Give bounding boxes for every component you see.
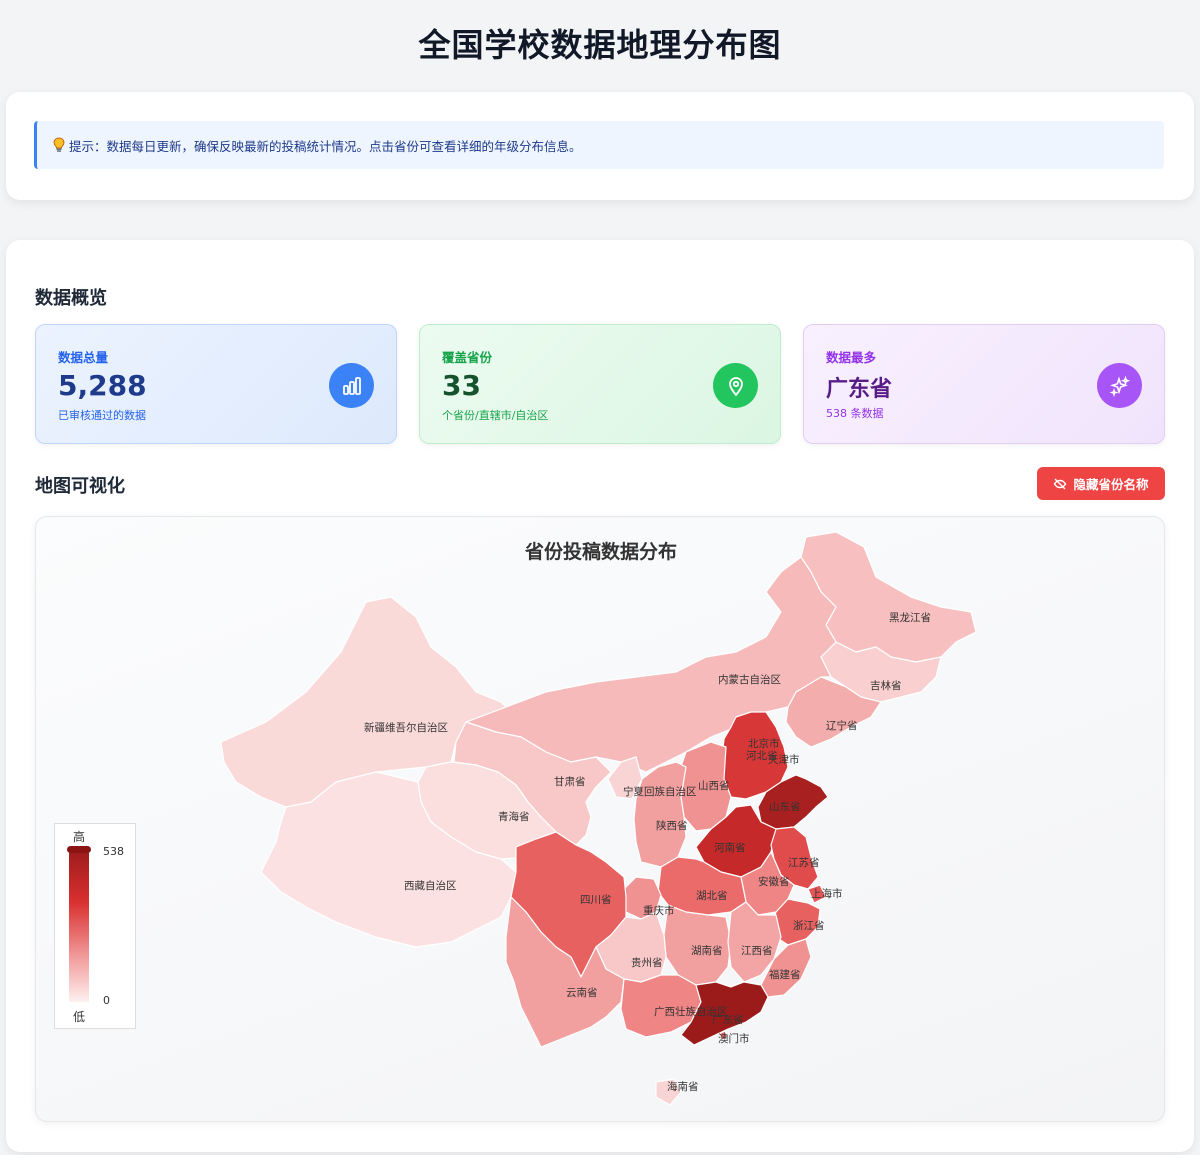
provinces-card: 覆盖省份 33 个省份/直辖市/自治区 xyxy=(419,324,781,444)
provinces-label: 覆盖省份 xyxy=(442,350,493,365)
province-label: 河南省 xyxy=(714,841,746,854)
total-data-sub: 已审核通过的数据 xyxy=(58,409,146,422)
province-label: 江西省 xyxy=(741,944,773,957)
hide-names-label: 隐藏省份名称 xyxy=(1073,477,1149,492)
province-label: 云南省 xyxy=(566,986,598,999)
province-label: 陕西省 xyxy=(656,819,688,832)
top-province-value: 广东省 xyxy=(826,377,893,402)
province-label: 贵州省 xyxy=(631,956,663,969)
province-label: 北京市 xyxy=(748,737,780,750)
legend: 高 538 0 低 xyxy=(54,823,136,1029)
legend-high: 高 xyxy=(73,830,86,844)
overview-title: 数据概览 xyxy=(35,288,107,309)
province-label: 新疆维吾尔自治区 xyxy=(364,721,448,734)
province-label: 青海省 xyxy=(498,810,530,823)
provinces-value: 33 xyxy=(442,369,481,402)
province-label: 重庆市 xyxy=(643,904,675,917)
sparkles-icon xyxy=(1097,363,1142,408)
province-label: 江苏省 xyxy=(788,856,820,869)
province-label: 广东省 xyxy=(712,1013,744,1026)
province-label: 海南省 xyxy=(667,1080,699,1093)
tip-text: 提示：数据每日更新，确保反映最新的投稿统计情况。点击省份可查看详细的年级分布信息… xyxy=(69,138,582,154)
tip-card: 提示：数据每日更新，确保反映最新的投稿统计情况。点击省份可查看详细的年级分布信息… xyxy=(6,92,1194,200)
province-label: 安徽省 xyxy=(758,875,790,888)
top-province-sub: 538 条数据 xyxy=(826,407,884,420)
lightbulb-icon xyxy=(53,137,65,153)
province-label: 浙江省 xyxy=(793,919,825,932)
total-data-value: 5,288 xyxy=(58,369,147,402)
province-label: 澳门市 xyxy=(718,1032,750,1045)
province-label: 吉林省 xyxy=(870,679,902,692)
map-panel: 省份投稿数据分布 黑龙江省 吉林省 辽宁省 内蒙古自治区 新疆维吾尔自治区 甘肃… xyxy=(35,516,1165,1122)
province-label: 河北省 xyxy=(746,749,778,762)
province-label: 黑龙江省 xyxy=(889,611,931,624)
province-label: 湖南省 xyxy=(691,944,723,957)
tip-box: 提示：数据每日更新，确保反映最新的投稿统计情况。点击省份可查看详细的年级分布信息… xyxy=(34,121,1164,169)
hide-names-button[interactable]: 隐藏省份名称 xyxy=(1037,467,1165,500)
province-label: 甘肃省 xyxy=(554,775,586,788)
province-label: 四川省 xyxy=(580,893,612,906)
province-label: 山西省 xyxy=(698,779,730,792)
china-map[interactable]: 黑龙江省吉林省辽宁省 内蒙古自治区新疆维吾尔自治区甘肃省宁夏回族自治区青海省西藏自… xyxy=(36,517,1166,1123)
province-label: 湖北省 xyxy=(696,889,728,902)
province-label: 宁夏回族自治区 xyxy=(623,785,697,798)
province-label: 福建省 xyxy=(769,968,801,981)
legend-max: 538 xyxy=(103,845,124,858)
total-data-label: 数据总量 xyxy=(58,350,109,365)
map-section-title: 地图可视化 xyxy=(35,476,125,497)
main-card: 数据概览 数据总量 5,288 已审核通过的数据 覆盖省份 33 个省份/直辖市… xyxy=(6,240,1194,1152)
province-label: 辽宁省 xyxy=(826,719,858,732)
legend-low: 低 xyxy=(73,1010,86,1024)
legend-handle[interactable] xyxy=(67,846,91,853)
eye-off-icon xyxy=(1054,478,1067,489)
page-title: 全国学校数据地理分布图 xyxy=(418,26,782,64)
bar-chart-icon xyxy=(329,363,374,408)
total-data-card: 数据总量 5,288 已审核通过的数据 xyxy=(35,324,397,444)
top-province-label: 数据最多 xyxy=(826,350,877,365)
map-pin-icon xyxy=(713,363,758,408)
province-label: 上海市 xyxy=(811,887,843,900)
top-province-card: 数据最多 广东省 538 条数据 xyxy=(803,324,1165,444)
province-label: 西藏自治区 xyxy=(404,879,457,892)
legend-gradient xyxy=(69,848,89,1002)
province-label: 山东省 xyxy=(769,800,801,813)
legend-min: 0 xyxy=(103,994,110,1007)
province-label: 内蒙古自治区 xyxy=(718,673,781,686)
provinces-sub: 个省份/直辖市/自治区 xyxy=(442,409,549,422)
